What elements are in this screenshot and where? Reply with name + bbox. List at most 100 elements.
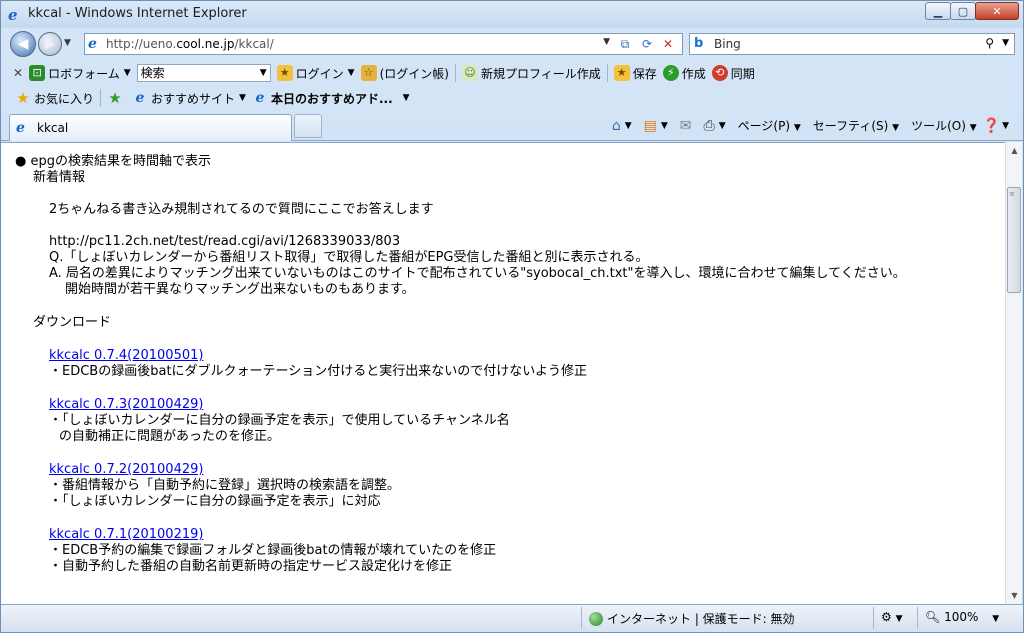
print-icon[interactable]: ⎙ [704,118,715,134]
recent-pages-dropdown[interactable]: ▼ [64,38,71,48]
back-arrow-icon: ◀ [17,36,29,52]
new-profile-button[interactable]: ☺ 新規プロフィール作成 [461,65,601,82]
login-button[interactable]: ★ ログイン ▼ [276,65,355,82]
new-tab-button[interactable] [294,114,322,138]
refresh-icon[interactable]: ⟳ [638,36,656,52]
help-icon[interactable]: ❓ [983,118,1000,134]
ie-logo-icon: e [8,6,18,24]
chevron-down-icon: ▼ [259,68,267,78]
feeds-icon[interactable]: ▤ [644,118,657,134]
search-engine-label: Bing [714,37,741,51]
release-note: ・「しょぼいカレンダーに自分の録画予定を表示」で使用しているチャンネル名 [49,413,510,428]
browser-window: e kkcal - Windows Internet Explorer ▁ ▢ … [0,0,1024,633]
save-icon: ★ [613,65,630,81]
chevron-down-icon[interactable]: ▼ [625,121,632,131]
login-history-button[interactable]: ☆ (ログイン帳) [360,65,449,82]
home-icon[interactable]: ⌂ [612,118,621,134]
address-bar[interactable]: e http://ueno.cool.ne.jp/kkcal/ ▼ ⧉ ⟳ ✕ [84,33,683,55]
sync-button[interactable]: ⟲ 同期 [711,65,755,82]
window-title: kkcal - Windows Internet Explorer [28,6,247,21]
navigation-bar: ◀ ▶ ▼ e http://ueno.cool.ne.jp/kkcal/ ▼ … [1,29,1023,59]
zoom-control[interactable]: 🔍︎ 100% ▼ [925,610,999,624]
page-menu[interactable]: ページ(P) ▼ [738,117,801,134]
create-icon: ⚡ [662,65,679,81]
release-entry: kkcalc 0.7.2(20100429) ・番組情報から「自動予約に登録」選… [49,462,906,510]
close-button[interactable]: ✕ [975,2,1019,20]
search-options-dropdown-icon[interactable]: ▼ [1002,38,1009,48]
internet-globe-icon [589,611,603,626]
release-note: ・番組情報から「自動予約に登録」選択時の検索語を調整。 [49,478,401,493]
stop-icon[interactable]: ✕ [659,36,677,52]
add-to-favorites-button[interactable]: ★ [107,90,126,106]
release-note: ・EDCBの録画後batにダブルクォーテーション付けると実行出来ないので付けない… [49,364,588,379]
scrollbar-thumb[interactable] [1007,187,1021,293]
scrollbar-grip-icon: ≡ [1009,190,1015,198]
news-label: 新着情報 [33,170,86,185]
roboform-menu[interactable]: ⊡ ロボフォーム ▼ [29,65,131,82]
tab-kkcal[interactable]: e kkcal [9,114,292,141]
forward-button[interactable]: ▶ [38,32,62,56]
search-box[interactable]: b Bing ⚲ ▼ [689,33,1015,55]
release-link-071[interactable]: kkcalc 0.7.1(20100219) [49,527,906,543]
status-bar: インターネット | 保護モード: 無効 ⚙ ▼ 🔍︎ 100% ▼ [1,604,1023,632]
roboform-search-combo[interactable]: 検索 ▼ [136,64,271,82]
ie-page-icon: e [255,90,265,106]
search-icon[interactable]: ⚲ [985,36,994,50]
safety-menu[interactable]: セーフティ(S) ▼ [813,117,899,134]
login-history-icon: ☆ [360,65,377,81]
favorites-bar: ★ お気に入り ★ e おすすめサイト ▼ e 本日のおすすめアド... ▼ [1,86,1023,110]
toolbar-separator [100,89,102,107]
chevron-down-icon: ▼ [895,614,903,624]
address-dropdown-icon[interactable]: ▼ [603,37,610,47]
chevron-down-icon: ▼ [992,614,1000,624]
compatibility-view-icon[interactable]: ⧉ [616,36,634,52]
tools-menu[interactable]: ツール(O) ▼ [911,117,977,134]
status-divider [581,607,582,629]
chevron-down-icon[interactable]: ▼ [1002,121,1009,131]
forward-arrow-icon: ▶ [44,36,56,52]
release-link-073[interactable]: kkcalc 0.7.3(20100429) [49,397,906,413]
favorites-button[interactable]: ★ お気に入り [15,90,94,107]
notice-text: 2ちゃんねる書き込み規制されてるので質問にここでお答えします [49,202,434,217]
scroll-down-arrow-icon[interactable]: ▼ [1006,587,1023,604]
minimize-button[interactable]: ▁ [925,2,951,20]
command-bar: ⌂ ▼ ▤ ▼ ✉ ⎙ ▼ ページ(P) ▼ セーフティ(S) ▼ ツール(O)… [600,117,1009,134]
recommended-sites-link[interactable]: e おすすめサイト ▼ [132,90,246,107]
chevron-down-icon[interactable]: ▼ [719,121,726,131]
security-zone[interactable]: インターネット | 保護モード: 無効 [589,610,795,627]
scroll-up-arrow-icon[interactable]: ▲ [1006,142,1023,159]
status-divider [917,607,918,629]
back-button[interactable]: ◀ [10,31,36,57]
answer-text-continued: 開始時間が若干異なりマッチング出来ないものもあります。 [65,282,415,297]
toolbar-close-button[interactable]: ✕ [13,66,23,80]
save-button[interactable]: ★ 保存 [613,65,657,82]
chevron-down-icon: ▼ [969,123,977,133]
page-body: ● epgの検索結果を時間軸で表示 新着情報 2ちゃんねる書き込み規制されてるの… [15,154,906,575]
page-icon: e [88,36,97,52]
thread-url-text: http://pc11.2ch.net/test/read.cgi/avi/12… [49,234,401,249]
chevron-down-icon: ▼ [347,68,355,78]
tab-bar: e kkcal ⌂ ▼ ▤ ▼ ✉ ⎙ ▼ ページ(P) ▼ セーフティ(S) … [1,111,1023,141]
release-link-072[interactable]: kkcalc 0.7.2(20100429) [49,462,906,478]
address-url[interactable]: http://ueno.cool.ne.jp/kkcal/ [106,37,274,51]
maximize-button[interactable]: ▢ [950,2,976,20]
favorites-star-icon: ★ [16,89,30,107]
answer-text: A. 局名の差異によりマッチング出来ていないものはこのサイトで配布されている"s… [49,266,906,281]
mail-icon[interactable]: ✉ [680,118,692,134]
page-content: ● epgの検索結果を時間軸で表示 新着情報 2ちゃんねる書き込み規制されてるの… [1,142,1005,604]
release-link-074[interactable]: kkcalc 0.7.4(20100501) [49,348,906,364]
release-note: ・「しょぼいカレンダーに自分の録画予定を表示」に対応 [49,494,381,509]
window-controls: ▁ ▢ ✕ [925,2,1019,20]
roboform-icon: ⊡ [29,65,46,81]
vertical-scrollbar[interactable]: ▲ ≡ ▼ [1005,142,1022,604]
todays-pick-link[interactable]: e 本日のおすすめアド... ▼ [252,90,409,107]
title-bar: e kkcal - Windows Internet Explorer ▁ ▢ … [1,1,1023,28]
chevron-down-icon[interactable]: ▼ [661,121,668,131]
bing-icon: b [694,36,704,51]
create-button[interactable]: ⚡ 作成 [662,65,706,82]
chevron-down-icon: ▼ [793,123,801,133]
page-heading: ● epgの検索結果を時間軸で表示 [15,154,211,169]
popup-blocker[interactable]: ⚙ ▼ [881,610,903,624]
popup-blocker-icon: ⚙ [881,610,892,624]
add-favorite-icon: ★ [108,89,122,107]
